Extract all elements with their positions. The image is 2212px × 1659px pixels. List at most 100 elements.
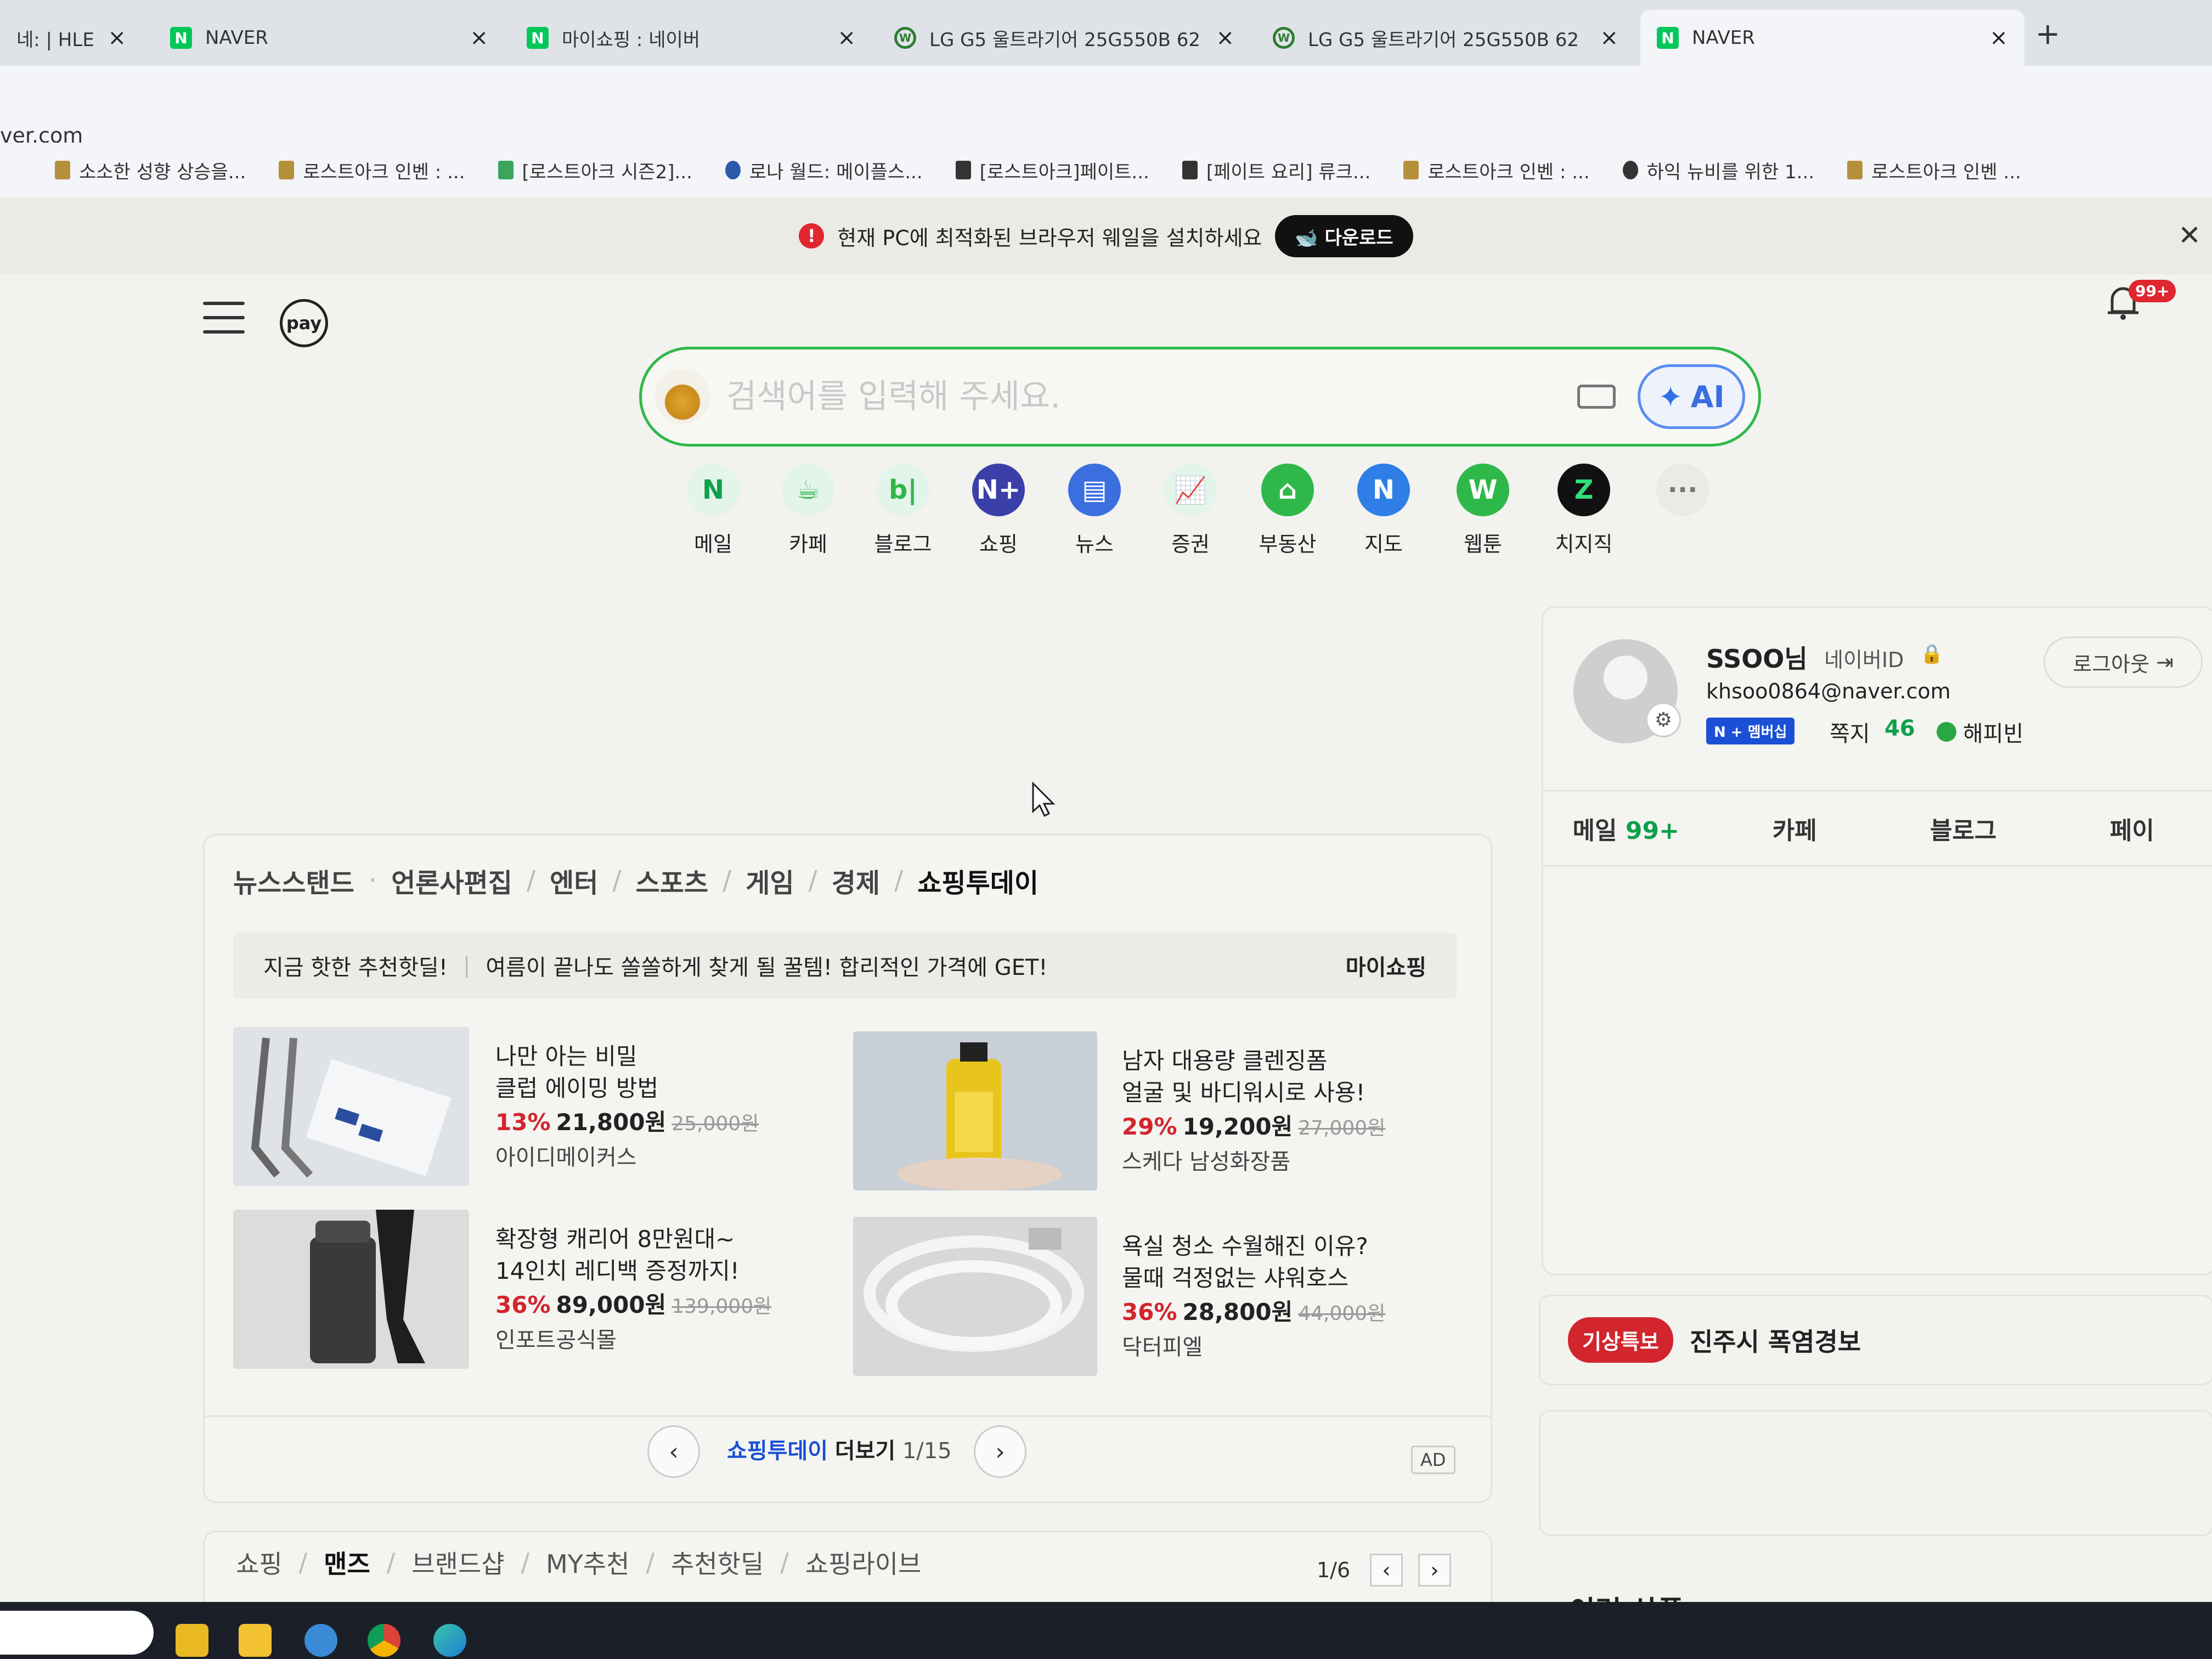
close-icon[interactable]: × — [108, 25, 126, 50]
product-card[interactable]: 남자 대용량 클렌징폼 얼굴 및 바디워시로 사용! 29% 19,200원 27,… — [853, 1031, 1457, 1196]
whale-browser-icon[interactable] — [304, 1624, 337, 1657]
shortcut-chzzk[interactable]: Z 치지직 — [1543, 464, 1625, 557]
shortcut-blog[interactable]: b| 블로그 — [862, 464, 944, 557]
shopping-today-more[interactable]: 쇼핑투데이 더보기 1/15 — [727, 1433, 952, 1465]
bookmark-icon — [1622, 161, 1638, 179]
alert-icon: ! — [799, 223, 825, 249]
lower-next-button[interactable]: › — [1418, 1554, 1451, 1587]
bookmark-item[interactable]: 로스트아크 인벤 ... — [1847, 157, 2021, 184]
sticky-notes-icon[interactable] — [176, 1624, 208, 1657]
product-image[interactable] — [233, 1027, 469, 1186]
close-icon[interactable]: × — [1989, 25, 2008, 50]
shortcut-more[interactable]: ··· — [1641, 464, 1724, 527]
ad-box — [1539, 1410, 2212, 1536]
next-page-button[interactable]: › — [974, 1425, 1026, 1478]
my-shopping-link[interactable]: 마이쇼핑 — [1346, 950, 1426, 981]
close-icon[interactable]: × — [837, 25, 856, 50]
stock-chart-icon: 📈 — [1164, 464, 1217, 516]
promo-text[interactable]: 여름이 끝나도 쏠쏠하게 찾게 될 꿀템! 합리적인 가격에 GET! — [486, 950, 1345, 981]
bookmark-item[interactable]: [로스트아크 시즌2]... — [498, 157, 692, 184]
file-explorer-icon[interactable] — [239, 1624, 272, 1657]
taskbar-search-box[interactable] — [0, 1611, 154, 1655]
naver-doodle-logo[interactable] — [655, 369, 710, 424]
bookmark-item[interactable]: 로스트아크 인벤 : ... — [279, 157, 465, 184]
bookmark-icon — [1847, 161, 1863, 179]
naver-id-label[interactable]: 네이버ID — [1824, 643, 1904, 673]
download-button[interactable]: 🐋 다운로드 — [1275, 215, 1413, 257]
browser-tab[interactable]: N 마이쇼핑 : 네이버 × — [510, 10, 872, 66]
bookmark-icon — [55, 161, 70, 179]
browser-tab[interactable]: 네: | HLE v × — [0, 10, 143, 66]
edge-icon[interactable] — [433, 1624, 466, 1657]
logout-icon: ⇥ — [2149, 650, 2174, 674]
mail-icon: N — [687, 464, 740, 516]
shortcut-mail[interactable]: N 메일 — [672, 464, 754, 557]
product-image[interactable] — [853, 1217, 1097, 1376]
bookmark-item[interactable]: [페이트 요리] 류크... — [1182, 157, 1370, 184]
browser-tab[interactable]: W LG G5 울트라기어 25G550B 62 × — [878, 10, 1251, 66]
tab-game[interactable]: 게임 — [746, 861, 794, 900]
product-card[interactable]: 욕실 청소 수월해진 이유? 물때 걱정없는 샤워호스 36% 28,800원 44… — [853, 1217, 1457, 1381]
bookmark-item[interactable]: 소소한 성향 상승을... — [55, 157, 246, 184]
tab-entertainment[interactable]: 엔터 — [550, 861, 598, 900]
bookmarks-bar: 소소한 성향 상승을... 로스트아크 인벤 : ... [로스트아크 시즌2]… — [0, 143, 2212, 198]
chrome-icon[interactable] — [368, 1624, 400, 1657]
shortcut-realestate[interactable]: ⌂ 부동산 — [1246, 464, 1329, 557]
product-image[interactable] — [233, 1210, 469, 1369]
happybean-link[interactable]: 해피빈 — [1937, 716, 2023, 748]
profile-name[interactable]: SSOO님 — [1706, 639, 1808, 675]
tab-pay[interactable]: 페이 — [2048, 811, 2212, 846]
lower-prev-button[interactable]: ‹ — [1370, 1554, 1403, 1587]
browser-tab[interactable]: W LG G5 울트라기어 25G550B 62 × — [1256, 10, 1635, 66]
note-label[interactable]: 쪽지 — [1830, 716, 1870, 748]
shortcut-shopping[interactable]: N+ 쇼핑 — [957, 464, 1040, 557]
product-image[interactable] — [853, 1031, 1097, 1190]
weather-alert[interactable]: 기상특보 진주시 폭염경보 — [1539, 1295, 2212, 1385]
tab-brandshop[interactable]: 브랜드샵 — [411, 1544, 504, 1581]
note-count[interactable]: 46 — [1884, 716, 1915, 741]
close-icon[interactable]: × — [1600, 25, 1618, 50]
bookmark-item[interactable]: [로스트아크]페이트... — [955, 157, 1149, 184]
tab-shopping[interactable]: 쇼핑 — [236, 1544, 283, 1581]
close-icon[interactable]: ✕ — [2178, 219, 2201, 251]
browser-tab[interactable]: N NAVER × — [154, 10, 505, 66]
tab-recommend-deal[interactable]: 추천핫딜 — [671, 1544, 764, 1581]
tab-mens[interactable]: 맨즈 — [324, 1544, 370, 1581]
settings-gear-icon[interactable]: ⚙ — [1646, 702, 1681, 737]
close-icon[interactable]: × — [470, 25, 488, 50]
tab-shopping-today[interactable]: 쇼핑투데이 — [917, 861, 1039, 900]
menu-icon[interactable] — [203, 302, 245, 338]
bookmark-item[interactable]: 로나 월드: 메이플스... — [725, 157, 923, 184]
pay-button[interactable]: pay — [280, 299, 328, 347]
search-input[interactable] — [726, 377, 1577, 416]
bookmark-item[interactable]: 로스트아크 인벤 : ... — [1403, 157, 1590, 184]
tab-my-recommend[interactable]: MY추천 — [546, 1544, 629, 1581]
product-card[interactable]: 확장형 캐리어 8만원대~ 14인치 레디백 증정까지! 36% 89,000원 1… — [233, 1210, 837, 1374]
tab-cafe[interactable]: 카페 — [1711, 811, 1880, 846]
ad-badge[interactable]: AD — [1411, 1446, 1455, 1474]
browser-tab-active[interactable]: N NAVER × — [1640, 10, 2024, 66]
logout-button[interactable]: 로그아웃 ⇥ — [2044, 636, 2203, 688]
shortcut-news[interactable]: ▤ 뉴스 — [1053, 464, 1136, 557]
ai-search-button[interactable]: ✦ AI — [1638, 364, 1745, 429]
tab-blog[interactable]: 블로그 — [1879, 811, 2048, 846]
shortcut-map[interactable]: N 지도 — [1342, 464, 1425, 557]
tab-shopping-live[interactable]: 쇼핑라이브 — [805, 1544, 922, 1581]
hot-deal-label[interactable]: 지금 핫한 추천핫딜! — [263, 950, 448, 981]
keyboard-icon[interactable] — [1577, 385, 1616, 409]
membership-badge[interactable]: N + 멤버십 — [1706, 718, 1795, 744]
close-icon[interactable]: × — [1216, 25, 1234, 50]
tab-sports[interactable]: 스포츠 — [636, 861, 708, 900]
prev-page-button[interactable]: ‹ — [647, 1425, 700, 1478]
tab-economy[interactable]: 경제 — [832, 861, 880, 900]
shortcut-webtoon[interactable]: W 웹툰 — [1442, 464, 1524, 557]
tab-mail[interactable]: 메일 99+ — [1542, 811, 1711, 846]
bookmark-item[interactable]: 하익 뉴비를 위한 1... — [1622, 157, 1814, 184]
address-bar[interactable]: ver.com — [0, 66, 2212, 148]
tab-newsstand[interactable]: 뉴스스탠드 — [233, 861, 354, 900]
new-tab-button[interactable]: + — [2035, 16, 2060, 51]
shortcut-stock[interactable]: 📈 증권 — [1149, 464, 1232, 557]
shortcut-cafe[interactable]: ☕ 카페 — [767, 464, 849, 557]
tab-press-edit[interactable]: 언론사편집 — [391, 861, 512, 900]
product-card[interactable]: 나만 아는 비밀 클럽 에이밍 방법 13% 21,800원 25,000원 아이디… — [233, 1027, 837, 1192]
